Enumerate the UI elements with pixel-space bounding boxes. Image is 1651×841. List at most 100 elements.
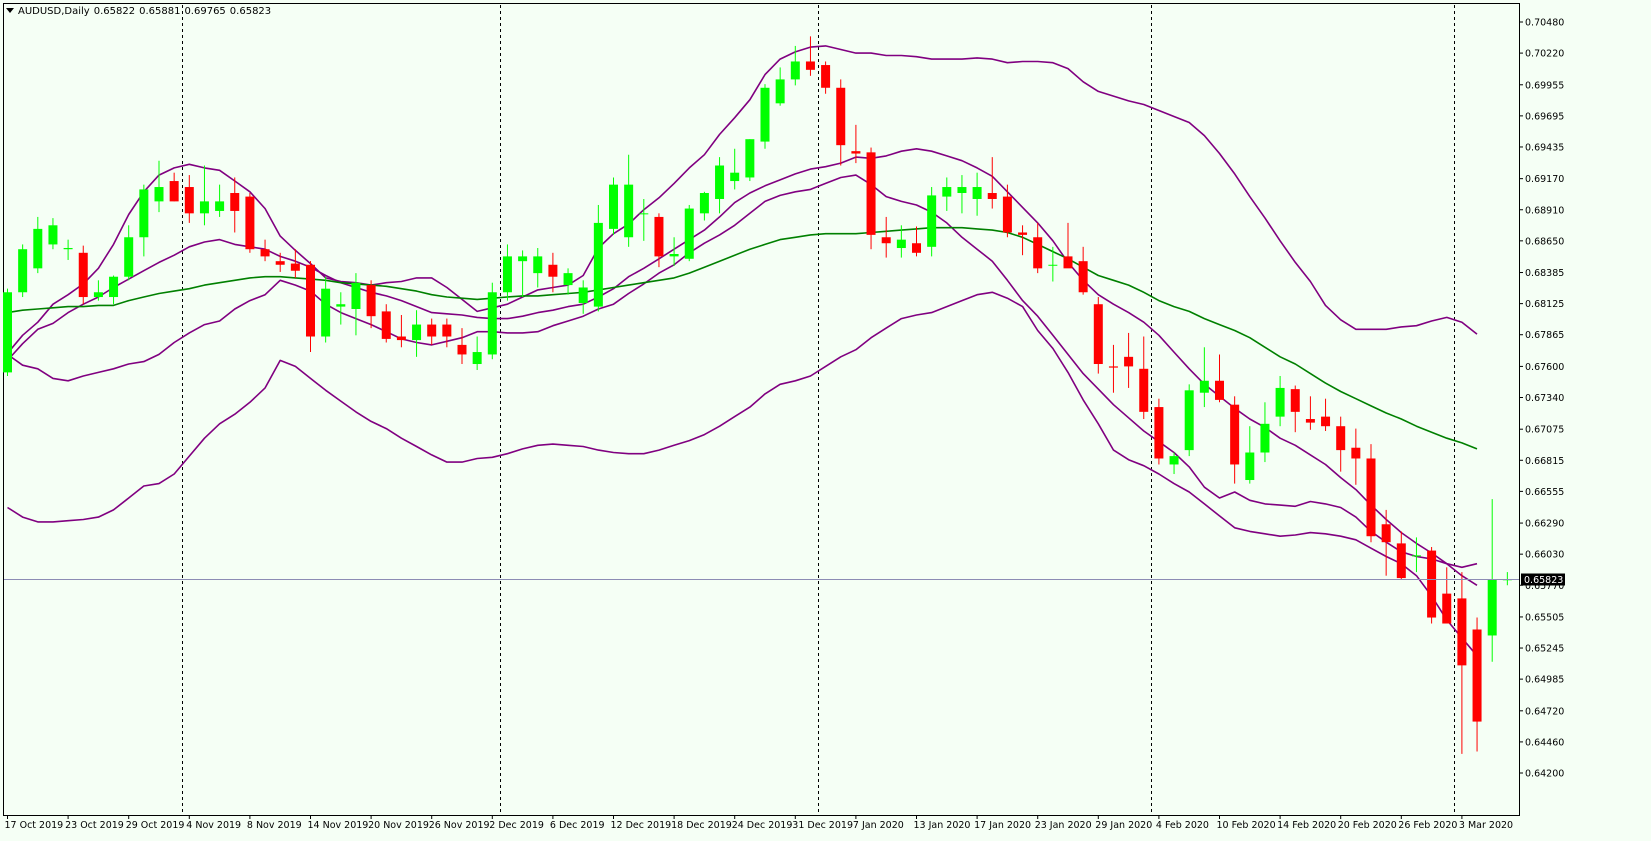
candle [1336,416,1346,472]
indicator-line [6,45,1478,354]
candle [33,216,43,274]
collapse-triangle-icon[interactable] [6,8,14,13]
candle [1184,384,1194,457]
x-tick-label: 29 Oct 2019 [126,820,185,831]
candle-body [1230,404,1240,465]
ohlc-open: 0.65822 [93,6,136,17]
x-tick-label: 2 Dec 2019 [489,820,544,831]
candle-body [715,165,725,199]
chart-window[interactable]: 0.70480 0.70220 0.69955 0.69695 0.69435 0.691… [0,0,1651,841]
candle [18,244,28,298]
candle [745,139,755,182]
candle-body [730,172,740,182]
candle-body [351,282,361,310]
candle [1487,499,1497,662]
chart-header: AUDUSD,Daily 0.65822 0.65881 0.69765 0.65823 [6,6,275,17]
candle-body [260,249,270,257]
candle-body [1048,264,1058,266]
candle-body [1154,407,1164,459]
candle-body [306,264,315,337]
candle [563,268,573,295]
candle-body [1093,304,1103,365]
x-tick-label: 24 Dec 2019 [732,820,793,831]
candle [1063,222,1073,269]
candle [533,248,543,288]
candle [715,157,725,214]
x-tick-label: 17 Oct 2019 [5,820,64,831]
candle [336,292,346,325]
candle [699,191,709,221]
candle [1124,332,1134,388]
candle-body [684,208,694,259]
y-tick-label: 0.66290 [1525,519,1564,530]
candle-body [1381,524,1391,543]
candle-body [609,184,618,229]
candle-body [699,193,709,214]
candle [306,261,315,353]
x-tick-label: 13 Jan 2020 [914,820,971,831]
candle [487,282,497,360]
candle-body [78,252,88,298]
price-tag-label: 0.65823 [1524,575,1563,586]
candle [1139,336,1149,420]
y-tick-label: 0.68385 [1525,268,1564,279]
indicator-line [7,174,1478,569]
candle [154,160,164,213]
ohlc-high: 0.65881 [139,6,181,17]
candle-body [1033,237,1043,269]
candle [624,154,634,247]
x-tick-label: 14 Feb 2020 [1277,820,1336,831]
indicator-line [7,226,1478,450]
candle [1230,396,1240,484]
y-tick-label: 0.67340 [1525,393,1564,404]
candle [199,165,209,226]
candle-body [1169,456,1179,465]
candle-body [1351,447,1361,459]
candle-body [942,187,952,197]
candle-body [1108,366,1118,368]
candle-body [412,324,422,341]
indicator-line [7,291,1478,657]
candle [639,198,649,241]
x-tick-label: 23 Oct 2019 [65,820,124,831]
candle [1275,375,1285,427]
candle [1154,398,1164,465]
candle [927,187,937,257]
candle [593,204,603,312]
y-tick-label: 0.65505 [1525,612,1564,623]
x-tick-label: 23 Jan 2020 [1035,820,1092,831]
candle-body [1215,380,1224,400]
y-tick-label: 0.69435 [1525,142,1564,153]
candle [805,36,815,76]
candle [184,175,194,223]
candle [881,216,891,258]
candle-body [184,187,194,214]
candle-body [1275,387,1285,417]
candle-body [1139,368,1149,412]
y-tick-label: 0.68650 [1525,236,1564,247]
candle [1199,347,1209,408]
candle-body [1472,629,1482,722]
candle [1245,426,1255,484]
candle [654,213,664,268]
candle-body [154,187,164,202]
candle-body [927,195,937,247]
candle [442,318,452,348]
candle-body [578,287,588,304]
y-tick-label: 0.67075 [1525,425,1564,436]
candle-body [1366,458,1376,537]
candle-body [487,292,497,355]
candle [260,239,270,262]
ohlc-low: 0.69765 [184,6,226,17]
candle [1381,509,1391,576]
candle-body [593,222,603,307]
candle [987,157,997,209]
x-tick-label: 10 Feb 2020 [1217,820,1276,831]
candle-body [851,151,861,154]
candlestick-chart[interactable]: 0.70480 0.70220 0.69955 0.69695 0.69435 0.691… [0,0,1651,841]
y-tick-label: 0.64985 [1525,675,1564,686]
x-tick-label: 4 Feb 2020 [1156,820,1209,831]
y-tick-label: 0.64200 [1525,769,1564,780]
candle [836,79,846,166]
x-tick-label: 14 Nov 2019 [308,820,369,831]
